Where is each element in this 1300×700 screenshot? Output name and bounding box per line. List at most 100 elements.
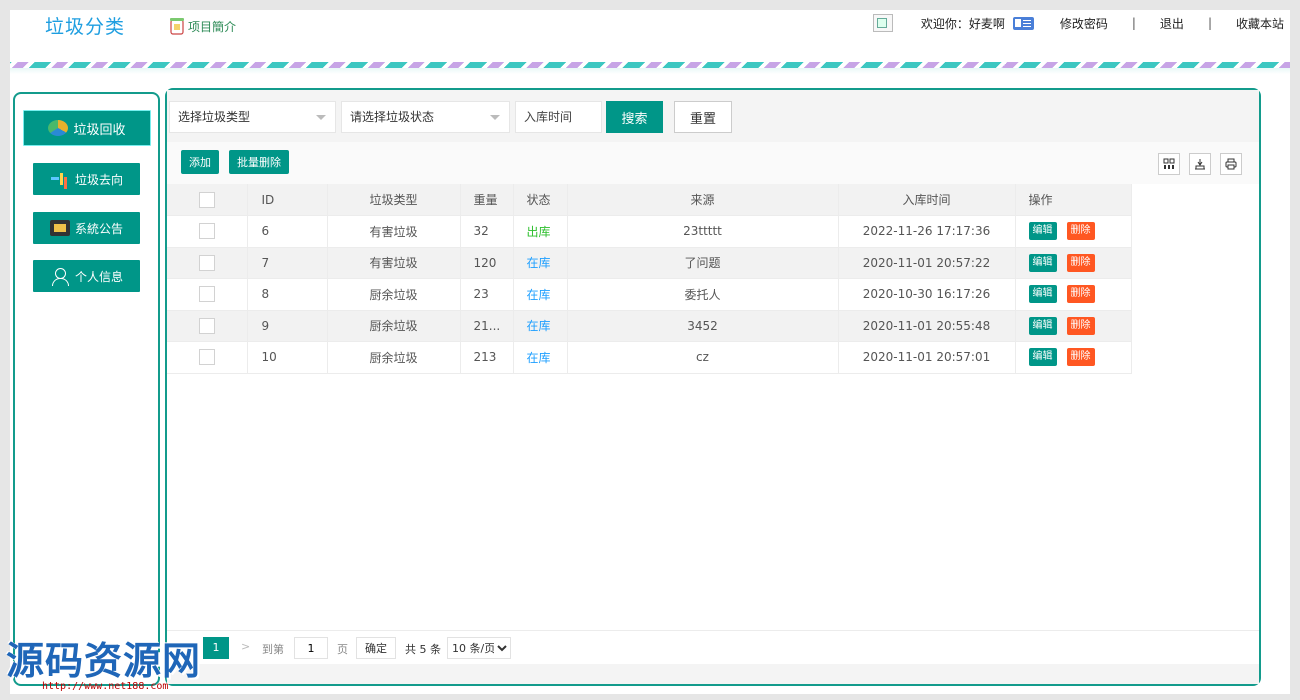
sidebar: 垃圾回收 垃圾去向 系統公告 个人信息 [13,92,160,686]
page-size-select[interactable]: 10 条/页 [447,637,511,659]
col-status[interactable]: 状态 [513,184,568,216]
edit-button[interactable]: 编辑 [1028,222,1057,241]
cell-type: 厨余垃圾 [327,341,461,374]
table-area: 添加 批量删除 ID 垃圾类型 重量 状态 来源 入库时间 操作 6 有害垃圾 … [167,142,1259,630]
row-checkbox[interactable] [198,254,215,271]
cell-type: 有害垃圾 [327,215,461,248]
sidebar-item-label: 系統公告 [74,221,123,236]
col-actions: 操作 [1015,184,1132,216]
cell-status: 在库 [513,341,568,374]
add-button[interactable]: 添加 [181,150,219,174]
edit-button[interactable]: 编辑 [1028,316,1057,335]
delete-button[interactable]: 删除 [1066,253,1095,272]
select-all-cell [167,184,248,216]
table-row: 7 有害垃圾 120 在库 了问题 2020-11-01 20:57:22 编辑… [167,247,1257,279]
chevron-down-icon [316,115,326,120]
user-icon [50,268,70,286]
page-number-input[interactable] [294,637,328,659]
user-bar: 欢迎你：好麦啊 修改密码 | 退出 | 收藏本站 [872,14,1290,32]
logout-link[interactable]: 退出 [1160,15,1184,32]
cell-time: 2020-11-01 20:57:22 [838,247,1016,279]
table-row: 10 厨余垃圾 213 在库 cz 2020-11-01 20:57:01 编辑… [167,341,1257,374]
next-page-icon[interactable]: > [241,640,250,653]
delete-button[interactable]: 删除 [1066,222,1095,241]
row-checkbox[interactable] [198,286,215,303]
export-icon[interactable] [1189,153,1211,175]
batch-delete-button[interactable]: 批量删除 [229,150,289,174]
separator: | [1207,16,1212,30]
cell-id: 6 [247,215,328,248]
row-checkbox[interactable] [198,349,215,366]
row-checkbox[interactable] [198,223,215,240]
table-row: 8 厨余垃圾 23 在库 委托人 2020-10-30 16:17:26 编辑删… [167,278,1257,311]
print-icon[interactable] [1220,153,1242,175]
garbage-status-placeholder: 请选择垃圾状态 [350,110,435,124]
cell-weight: 213 [460,341,514,374]
col-time[interactable]: 入库时间 [838,184,1016,216]
delete-button[interactable]: 删除 [1066,285,1095,304]
top-header: 垃圾分类 项目簡介 欢迎你：好麦啊 修改密码 | 退出 | 收藏本站 [10,10,1290,42]
cell-source: 委托人 [567,278,839,311]
cell-status: 在库 [513,278,568,311]
storage-time-input[interactable] [515,101,602,133]
change-password-link[interactable]: 修改密码 [1060,15,1108,32]
col-source[interactable]: 来源 [567,184,839,216]
sidebar-item-garbage-recycle[interactable]: 垃圾回收 [23,110,151,146]
notice-icon [49,220,70,236]
edit-button[interactable]: 编辑 [1028,253,1057,272]
cell-id: 9 [247,310,328,342]
cell-source: 了问题 [567,247,839,279]
sidebar-item-system-notice[interactable]: 系統公告 [33,212,140,244]
select-all-checkbox[interactable] [198,191,215,208]
cell-source: cz [567,341,839,374]
edit-button[interactable]: 编辑 [1028,285,1057,304]
route-icon [50,171,70,187]
cell-time: 2020-11-01 20:57:01 [838,341,1016,374]
cell-weight: 23 [460,278,514,311]
reset-button[interactable]: 重置 [674,101,732,133]
col-weight[interactable]: 重量 [460,184,514,216]
search-button[interactable]: 搜索 [606,101,663,133]
search-bar: 选择垃圾类型 请选择垃圾状态 搜索 重置 [167,90,1259,142]
delete-button[interactable]: 删除 [1066,316,1095,335]
sidebar-item-label: 垃圾去向 [74,172,123,187]
edit-button[interactable]: 编辑 [1028,348,1057,367]
delete-button[interactable]: 删除 [1066,348,1095,367]
page-current-button[interactable]: 1 [203,637,229,659]
app-logo[interactable]: 垃圾分类 [45,12,125,39]
col-id[interactable]: ID [247,184,328,216]
cell-weight: 32 [460,215,514,248]
bookmark-link[interactable]: 收藏本站 [1236,15,1284,32]
watermark-text: 源码资源网 [6,639,202,683]
recycle-icon [48,120,69,136]
welcome-text: 欢迎你：好麦啊 [920,16,1005,31]
main-panel: 选择垃圾类型 请选择垃圾状态 搜索 重置 添加 批量删除 [165,88,1261,686]
cell-id: 8 [247,278,328,311]
broken-image-icon [872,14,893,32]
sidebar-item-label: 垃圾回收 [73,122,126,138]
garbage-type-select[interactable]: 选择垃圾类型 [169,101,336,133]
goto-label: 到第 [262,643,284,656]
sidebar-item-personal-info[interactable]: 个人信息 [33,260,140,292]
cell-source: 3452 [567,310,839,342]
sidebar-item-garbage-destination[interactable]: 垃圾去向 [33,163,140,195]
table-header-row: ID 垃圾类型 重量 状态 来源 入库时间 操作 [167,184,1257,216]
table-row: 6 有害垃圾 32 出库 23ttttt 2022-11-26 17:17:36… [167,215,1257,248]
cell-status: 在库 [513,247,568,279]
table-toolbar: 添加 批量删除 [167,142,1259,184]
page-unit-label: 页 [337,643,348,656]
user-card-icon[interactable] [1012,16,1034,30]
cell-type: 厨余垃圾 [327,310,461,342]
columns-filter-icon[interactable] [1158,153,1180,175]
project-intro-link[interactable]: 项目簡介 [168,16,236,36]
page-confirm-button[interactable]: 确定 [356,637,396,659]
col-type[interactable]: 垃圾类型 [327,184,461,216]
bottom-strip [167,664,1259,684]
total-count: 共 5 条 [405,643,441,656]
row-checkbox[interactable] [198,317,215,334]
cell-weight: 21... [460,310,514,342]
sidebar-item-label: 个人信息 [74,269,123,284]
app-frame: 垃圾分类 项目簡介 欢迎你：好麦啊 修改密码 | 退出 | 收藏本站 垃圾回收 [10,10,1290,694]
table-filler [1131,184,1257,216]
garbage-status-select[interactable]: 请选择垃圾状态 [341,101,510,133]
